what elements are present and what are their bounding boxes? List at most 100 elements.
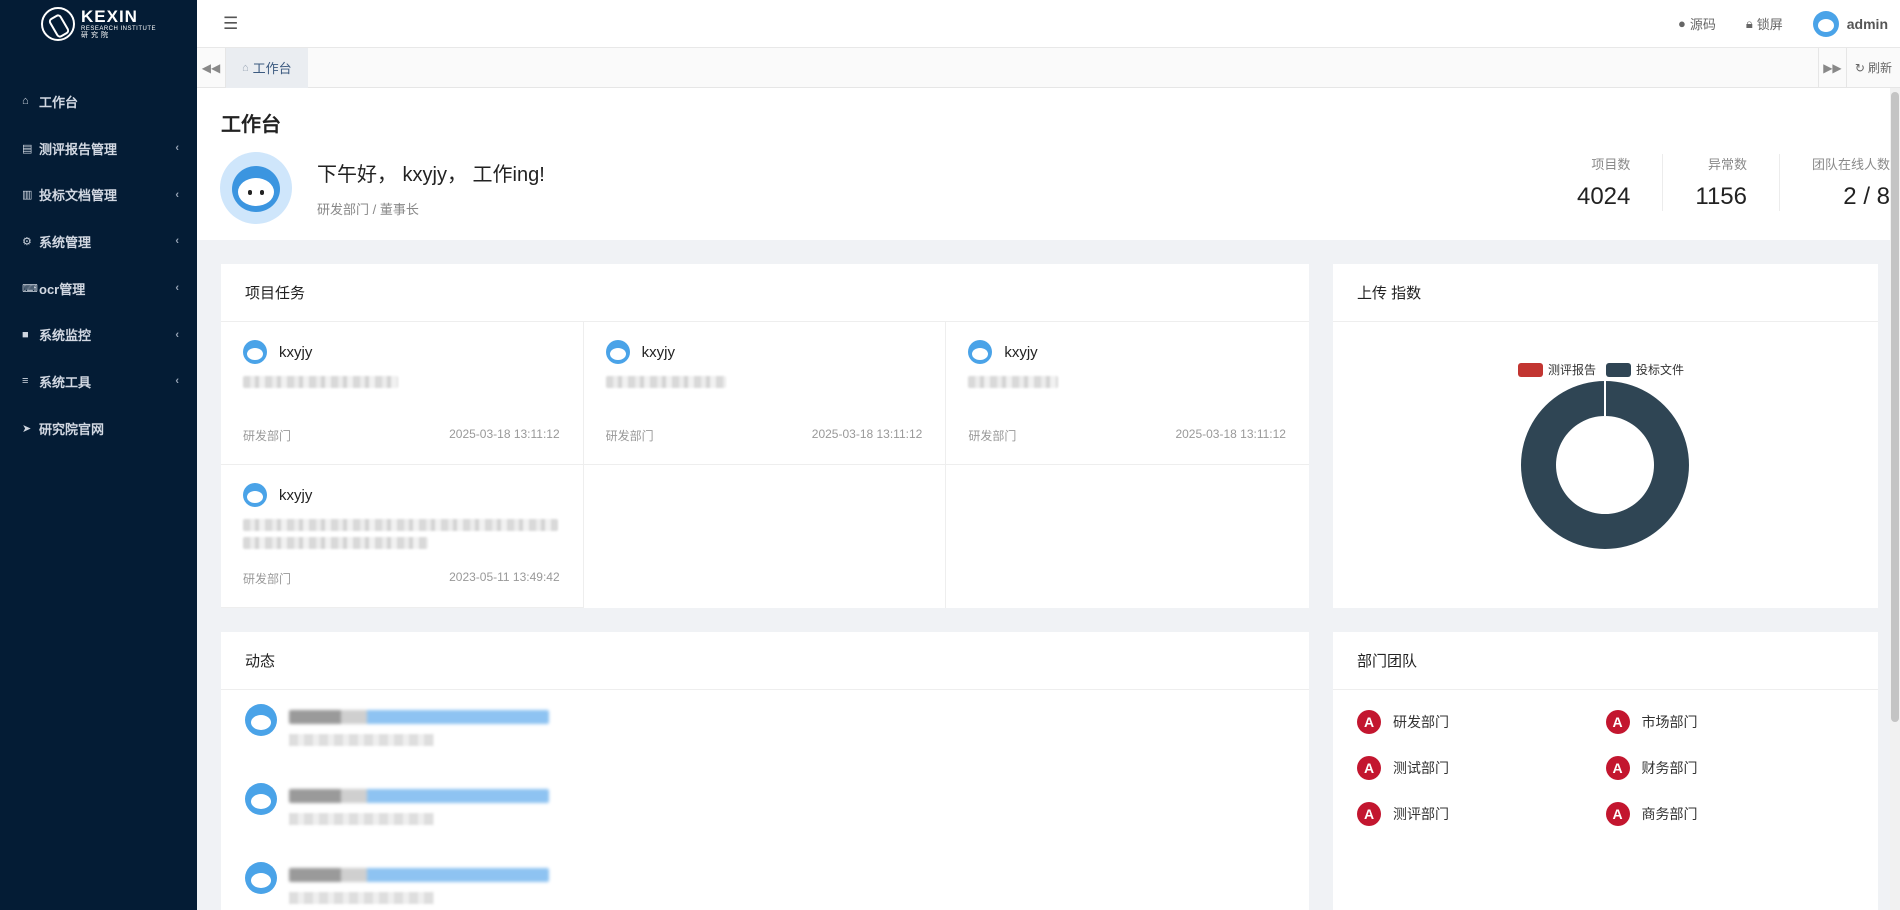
refresh-button[interactable]: ↻ 刷新: [1847, 48, 1900, 88]
activity-item[interactable]: [221, 769, 1309, 848]
main-content: 工作台 下午好， kxyjy， 工作ing! 研发部门 / 董事长 项目数 40…: [197, 88, 1890, 910]
logo-title: KEXIN: [80, 7, 138, 27]
angular-icon: A: [1357, 802, 1381, 826]
team-item[interactable]: A 研发部门: [1357, 710, 1606, 734]
avatar: [605, 340, 630, 364]
blurred-description: [243, 519, 558, 531]
sidebar-item-workbench[interactable]: ⌂ 工作台: [0, 78, 197, 125]
team-item[interactable]: A 商务部门: [1605, 802, 1855, 826]
sidebar-item-label: 测评报告管理: [39, 141, 118, 157]
user-department: 研发部门 / 董事长: [317, 202, 419, 217]
logo-cn: 研究院: [80, 32, 111, 40]
card-title: 上传 指数: [1333, 264, 1878, 322]
avatar: [245, 783, 277, 815]
lock-screen-label: 锁屏: [1756, 17, 1783, 32]
sidebar-item-system-management[interactable]: ⚙ 系统管理 ‹: [0, 218, 197, 265]
source-code-link[interactable]: ● 源码: [1678, 14, 1716, 33]
scrollbar[interactable]: [1890, 88, 1900, 910]
tab-workbench[interactable]: ⌂ 工作台: [226, 47, 308, 88]
team-item[interactable]: A 市场部门: [1605, 710, 1855, 734]
sidebar-item-label: 系统管理: [39, 234, 92, 250]
location-arrow-icon: ➤: [22, 422, 32, 435]
github-icon: ●: [1677, 16, 1686, 31]
sidebar-item-label: ocr管理: [39, 281, 86, 297]
home-icon: ⌂: [242, 61, 249, 74]
empty-cell: [946, 465, 1309, 608]
activity-item[interactable]: [221, 848, 1309, 910]
logo[interactable]: KEXIN RESEARCH INSTITUTE 研究院: [0, 0, 197, 48]
tab-scroll-right-icon[interactable]: ▶▶: [1817, 47, 1847, 88]
sidebar-item-monitor[interactable]: ■ 系统监控 ‹: [0, 311, 197, 358]
sidebar-item-ocr[interactable]: ⌨ ocr管理 ‹: [0, 265, 197, 312]
sidebar-item-report-management[interactable]: ▤ 测评报告管理 ‹: [0, 125, 197, 172]
scrollbar-thumb[interactable]: [1891, 92, 1899, 722]
lock-screen-button[interactable]: 🔒︎ 锁屏: [1746, 14, 1783, 33]
blurred-description: [968, 376, 1059, 388]
avatar: [220, 152, 292, 224]
list-icon: ≡: [22, 375, 29, 388]
chevron-left-icon: ‹: [175, 235, 179, 248]
avatar: [1812, 10, 1839, 37]
angular-icon: A: [1357, 756, 1381, 780]
source-code-label: 源码: [1689, 17, 1716, 32]
project-item[interactable]: kxyjy 研发部门 2023-05-11 13:49:42: [221, 465, 584, 608]
stat-online-members: 团队在线人数 2 / 8: [1778, 154, 1890, 211]
project-tasks-card: 项目任务 kxyjy 研发部门 2025-03-18 13:11:12 kxyjy…: [221, 264, 1309, 608]
stat-projects: 项目数 4024: [1576, 157, 1631, 210]
user-menu[interactable]: admin: [1812, 10, 1888, 37]
refresh-label: 刷新: [1867, 61, 1892, 75]
legend-swatch[interactable]: [1518, 363, 1543, 377]
activity-item[interactable]: [221, 690, 1309, 769]
team-item[interactable]: A 财务部门: [1605, 756, 1855, 780]
menu-toggle-icon[interactable]: ☰: [223, 14, 238, 34]
refresh-icon: ↻: [1854, 60, 1865, 75]
angular-icon: A: [1605, 710, 1630, 734]
avatar: [968, 340, 993, 364]
team-item[interactable]: A 测评部门: [1357, 802, 1606, 826]
logo-icon: [40, 7, 75, 41]
sidebar: KEXIN RESEARCH INSTITUTE 研究院 ⌂ 工作台 ▤ 测评报…: [0, 0, 197, 910]
legend-label[interactable]: 测评报告: [1548, 362, 1596, 377]
file-text-icon: ▥: [22, 189, 33, 202]
project-item[interactable]: kxyjy 研发部门 2025-03-18 13:11:12: [946, 322, 1309, 465]
blurred-description: [605, 376, 726, 388]
username: admin: [1846, 15, 1888, 32]
blurred-text: [289, 710, 549, 724]
blurred-text: [289, 892, 434, 904]
file-excel-icon: ▤: [22, 142, 33, 155]
top-header: ☰ ● 源码 🔒︎ 锁屏 admin: [197, 0, 1900, 48]
greeting-text: 下午好， kxyjy， 工作ing!: [317, 164, 545, 186]
team-item[interactable]: A 测试部门: [1357, 756, 1606, 780]
sidebar-item-bid-documents[interactable]: ▥ 投标文档管理 ‹: [0, 171, 197, 218]
tab-label: 工作台: [252, 61, 292, 76]
sidebar-item-label: 投标文档管理: [39, 188, 118, 204]
sidebar-item-label: 系统工具: [39, 374, 92, 390]
tab-scroll-left-icon[interactable]: ◀◀: [197, 47, 226, 88]
department-teams-card: 部门团队 A 研发部门 A 市场部门 A 测试部门 A 财务部门 A 测评部门 A 商务部门: [1333, 632, 1878, 910]
welcome-panel: 工作台 下午好， kxyjy， 工作ing! 研发部门 / 董事长 项目数 40…: [197, 88, 1890, 240]
stat-exceptions: 异常数 1156: [1662, 154, 1747, 211]
chevron-left-icon: ‹: [175, 328, 179, 341]
blurred-text: [289, 868, 549, 882]
project-item[interactable]: kxyjy 研发部门 2025-03-18 13:11:12: [221, 322, 584, 465]
blurred-text: [289, 813, 434, 825]
legend-swatch[interactable]: [1606, 363, 1631, 377]
legend-label[interactable]: 投标文件: [1636, 362, 1684, 377]
chevron-left-icon: ‹: [175, 282, 179, 295]
sidebar-item-website[interactable]: ➤ 研究院官网: [0, 405, 197, 452]
sidebar-item-label: 系统监控: [39, 328, 92, 344]
project-item[interactable]: kxyjy 研发部门 2025-03-18 13:11:12: [583, 322, 947, 465]
page-title: 工作台: [221, 114, 281, 136]
card-title: 项目任务: [221, 264, 1309, 322]
sidebar-item-label: 研究院官网: [39, 421, 105, 437]
upload-index-card: 上传 指数 测评报告 投标文件: [1333, 264, 1878, 608]
blurred-description: [243, 537, 428, 549]
angular-icon: A: [1605, 802, 1630, 826]
lock-icon: 🔒︎: [1745, 15, 1753, 31]
sidebar-item-tools[interactable]: ≡ 系统工具 ‹: [0, 358, 197, 405]
gear-icon: ⚙: [22, 235, 32, 248]
card-title: 动态: [221, 632, 1309, 690]
angular-icon: A: [1357, 710, 1381, 734]
avatar: [245, 704, 277, 736]
donut-chart: 测评报告 投标文件: [1518, 362, 1689, 549]
